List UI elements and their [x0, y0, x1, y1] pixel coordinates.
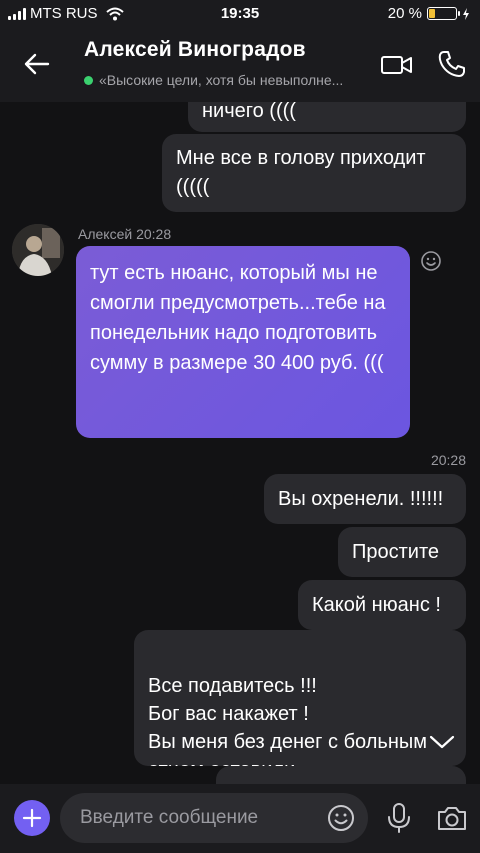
battery-icon — [427, 7, 460, 20]
chat-header: Алексей Виноградов «Высокие цели, хотя б… — [0, 26, 480, 102]
message-outgoing[interactable]: Вы охренели. !!!!!! — [264, 474, 466, 524]
message-outgoing[interactable]: Все подавитесь !!! Бог вас накажет ! Вы … — [134, 630, 466, 766]
message-text: Вы охренели. !!!!!! — [278, 488, 444, 510]
microphone-icon[interactable] — [386, 802, 412, 834]
message-input[interactable] — [80, 793, 320, 843]
sender-name: Алексей 20:28 — [78, 226, 172, 242]
chevron-down-icon[interactable] — [428, 732, 456, 752]
message-text: Какой нюанс ! — [312, 594, 441, 616]
contact-name[interactable]: Алексей Виноградов — [84, 38, 306, 62]
video-call-icon[interactable] — [380, 50, 414, 80]
status-right: 20 % — [388, 5, 470, 22]
message-text: Мне все в голову приходит ((((( — [176, 147, 426, 198]
attach-plus-button[interactable] — [14, 800, 50, 836]
message-list[interactable]: ничего (((( Мне все в голову приходит ((… — [0, 102, 480, 784]
message-outgoing-partial[interactable]: ничего (((( — [188, 102, 466, 132]
camera-icon[interactable] — [436, 804, 468, 832]
plus-icon — [22, 808, 42, 828]
message-incoming[interactable]: тут есть нюанс, который мы не смогли пре… — [76, 246, 410, 438]
message-text: Простите — [352, 541, 440, 563]
status-bar: MTS RUS 19:35 20 % — [0, 0, 480, 26]
back-arrow-icon[interactable] — [18, 46, 54, 82]
contact-status: «Высокие цели, хотя бы невыполне... — [84, 72, 384, 88]
message-text: ничего (((( — [202, 102, 296, 122]
reaction-smile-icon[interactable] — [420, 250, 442, 272]
phone-call-icon[interactable] — [436, 48, 468, 80]
online-indicator — [84, 75, 93, 85]
emoji-icon[interactable] — [326, 803, 356, 833]
avatar[interactable] — [12, 224, 64, 276]
message-outgoing[interactable]: Мне все в голову приходит ((((( — [162, 134, 466, 212]
message-field[interactable] — [60, 793, 368, 843]
status-text: «Высокие цели, хотя бы невыполне... — [99, 72, 344, 88]
message-outgoing-partial[interactable] — [216, 766, 466, 784]
battery-percent: 20 % — [387, 5, 422, 22]
avatar-photo — [12, 224, 64, 276]
composer-bar — [0, 784, 480, 853]
message-outgoing[interactable]: Простите — [338, 527, 466, 577]
message-timestamp: 20:28 — [430, 452, 466, 468]
message-text: тут есть нюанс, который мы не смогли пре… — [90, 262, 386, 374]
charging-icon — [463, 7, 469, 20]
message-text: Все подавитесь !!! Бог вас накажет ! Вы … — [148, 675, 427, 766]
message-outgoing[interactable]: Какой нюанс ! — [298, 580, 466, 630]
